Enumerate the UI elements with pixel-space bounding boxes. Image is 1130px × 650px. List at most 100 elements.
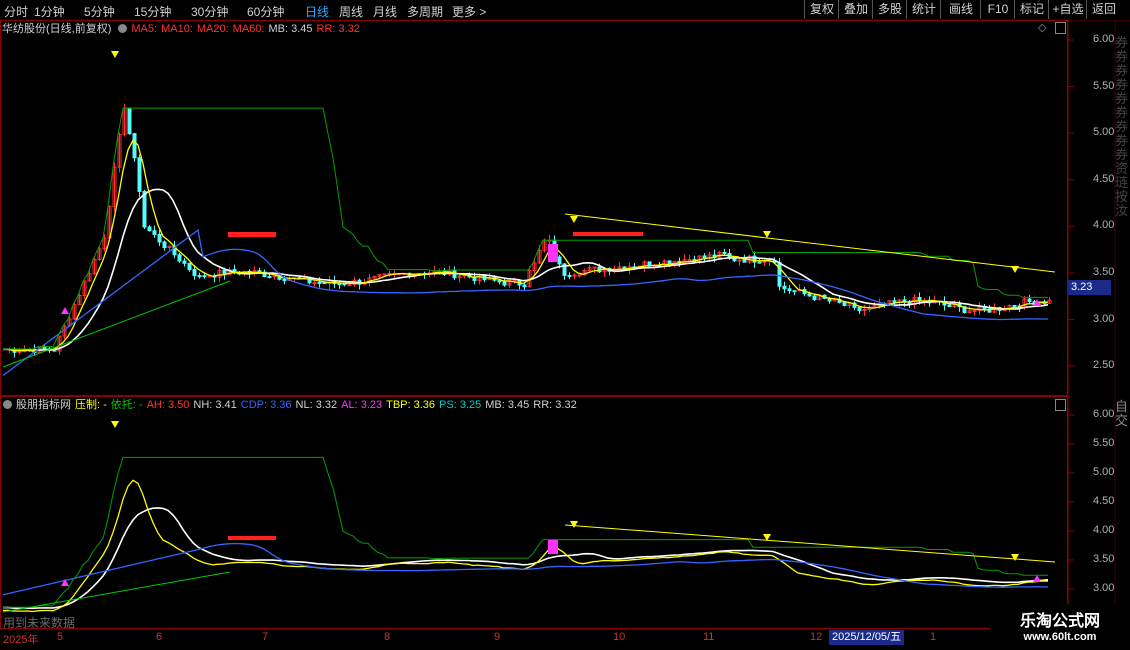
ind-y-tick-6: 3.00	[1093, 582, 1115, 594]
kline-chart[interactable]	[0, 0, 1130, 650]
x-tick-5: 9	[494, 631, 501, 643]
x-tick-9: 1	[930, 631, 937, 643]
main-y-tick-0: 6.00	[1093, 33, 1115, 45]
future-data-watermark: 用到未来数据	[3, 616, 76, 630]
x-tick-2: 6	[156, 631, 163, 643]
ind-y-tick-0: 6.00	[1093, 408, 1115, 420]
candle-body	[737, 259, 742, 262]
ind-y-tick-5: 3.50	[1093, 553, 1115, 565]
candle-body	[777, 262, 782, 287]
candle-body	[812, 295, 817, 301]
signal-down-triangle	[111, 51, 119, 58]
candle-body	[742, 259, 747, 263]
candle-body	[522, 284, 527, 288]
x-tick-3: 7	[262, 631, 269, 643]
candle-body	[807, 293, 812, 297]
candle-body	[782, 285, 787, 290]
logo-name: 乐淘公式网	[1019, 613, 1100, 630]
main-resistance-red-bar	[228, 232, 276, 237]
candle-body	[202, 275, 207, 278]
ind-green-line	[2, 456, 1048, 609]
candle-body	[282, 278, 287, 282]
candle-body	[177, 254, 182, 262]
ind-y-tick-3: 4.50	[1093, 495, 1115, 507]
ind-signal-down-triangle	[570, 521, 578, 528]
candle-body	[917, 296, 922, 302]
candle-body	[347, 284, 352, 287]
x-tick-8: 12	[810, 631, 823, 643]
ind-signal-up-triangle	[1033, 575, 1041, 582]
candle-body	[17, 350, 22, 353]
candle-body	[792, 290, 797, 293]
candles	[7, 103, 1052, 358]
candle-body	[137, 157, 142, 192]
main-y-tick-4: 4.00	[1093, 219, 1115, 232]
candle-body	[127, 107, 132, 135]
candle-body	[972, 309, 977, 312]
main-trend-green-line	[2, 280, 231, 368]
candle-body	[152, 230, 157, 235]
ind-trend-green-line	[2, 571, 231, 613]
candle-body	[557, 256, 562, 265]
main-trend-yellow-line	[564, 213, 1056, 273]
main-y-tick-7: 2.50	[1093, 359, 1115, 372]
indicator-panel-frame	[0, 396, 1068, 629]
candle-body	[337, 283, 342, 286]
candle-body	[842, 301, 847, 306]
candle-body	[132, 133, 137, 159]
ind-signal-down-triangle	[1011, 554, 1019, 561]
main-y-tick-1: 5.50	[1093, 79, 1115, 92]
candle-body	[187, 262, 192, 271]
candle-body	[687, 259, 692, 262]
ind-magenta-marker	[548, 540, 558, 554]
main-right-strip: 券券券券券券券券券资琏按汝	[1115, 35, 1129, 218]
candle-body	[197, 275, 202, 278]
candle-body	[322, 282, 327, 285]
candle-body	[182, 260, 187, 264]
logo-url: www.60lt.com	[1023, 631, 1097, 643]
signal-down-triangle	[763, 231, 771, 238]
signal-down-triangle	[570, 216, 578, 223]
ind-yellow-line	[2, 479, 1049, 613]
candle-body	[762, 260, 767, 263]
main-y-tick-5: 3.50	[1093, 266, 1115, 278]
candle-body	[572, 274, 577, 277]
signal-down-triangle	[1011, 266, 1019, 273]
main-y-tick-6: 3.00	[1093, 312, 1115, 325]
candle-body	[702, 255, 707, 259]
candle-body	[317, 282, 322, 285]
candle-body	[502, 281, 507, 286]
ind-signal-down-triangle	[111, 421, 119, 428]
candle-body	[787, 288, 792, 292]
ind-y-tick-2: 5.00	[1093, 466, 1115, 478]
candle-body	[142, 190, 147, 228]
main-panel-frame	[0, 20, 1068, 396]
candle-body	[592, 266, 597, 269]
candle-body	[192, 269, 197, 277]
current-price-tag: 3.23	[1068, 280, 1111, 295]
candle-body	[1027, 298, 1032, 303]
candle-body	[857, 306, 862, 312]
x-tick-0: 2025年	[3, 634, 39, 646]
candle-body	[577, 274, 582, 277]
candle-body	[567, 274, 572, 277]
candle-body	[267, 276, 272, 279]
ind-red-bar	[228, 536, 276, 540]
x-tick-6: 10	[613, 631, 626, 643]
candle-body	[162, 241, 167, 248]
cursor-date-label: 2025/12/05/五	[829, 630, 905, 645]
candle-body	[892, 300, 897, 303]
ind-blue-line	[2, 542, 1048, 596]
candle-body	[272, 275, 277, 278]
candle-body	[147, 226, 152, 232]
ind-y-tick-4: 4.00	[1093, 524, 1115, 536]
main-resistance-red-bar-2	[573, 232, 643, 236]
candle-body	[1012, 304, 1017, 307]
x-tick-1: 5	[57, 631, 64, 643]
x-tick-4: 8	[384, 631, 391, 643]
indicator-right-strip: 自交	[1115, 399, 1129, 428]
candle-body	[757, 261, 762, 264]
main-magenta-marker	[548, 244, 558, 262]
main-y-tick-3: 4.50	[1093, 172, 1115, 185]
candle-body	[512, 279, 517, 282]
